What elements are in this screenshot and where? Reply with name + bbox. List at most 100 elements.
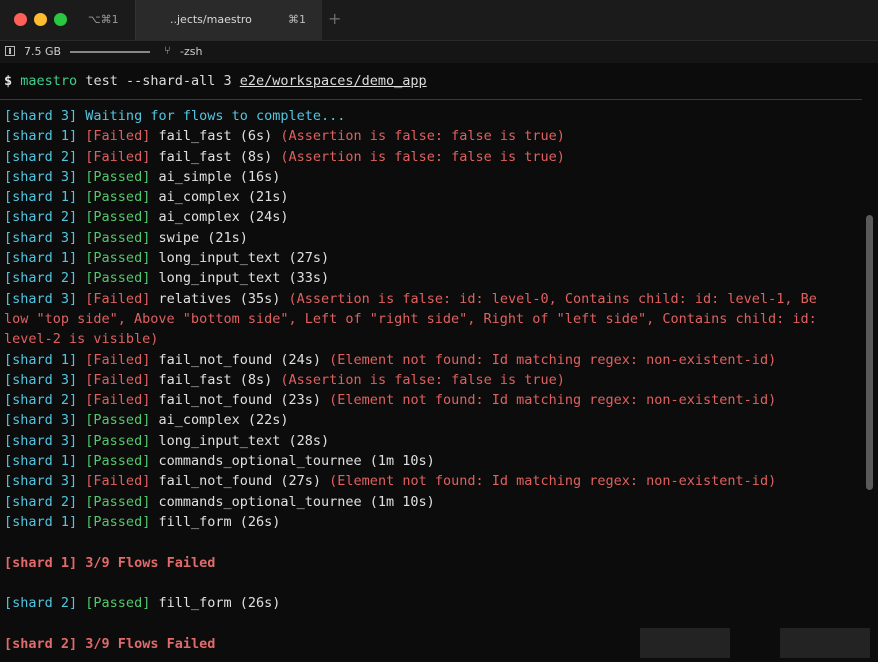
output-line: [shard 1] [Passed] long_input_text (27s) [4, 248, 856, 268]
shard-label: [shard 2] [4, 595, 78, 612]
command-path: e2e/workspaces/demo_app [239, 73, 427, 89]
shard-label: [shard 2] [4, 148, 78, 165]
failed-badge: [Failed] [85, 148, 151, 165]
flow-name: fail_fast (6s) [158, 128, 273, 145]
output-line: [shard 3] [Passed] ai_complex (22s) [4, 410, 856, 430]
output-line: [shard 2] [Passed] fill_form (26s) [4, 593, 856, 613]
error-message: low "top side", Above "bottom side", Lef… [4, 310, 817, 327]
command-prompt[interactable]: $ maestro test --shard-all 3 e2e/workspa… [0, 63, 862, 100]
flow-name: fail_not_found (23s) [158, 392, 322, 409]
output-line: [shard 3] [Passed] ai_simple (16s) [4, 167, 856, 187]
close-window-button[interactable] [14, 13, 27, 26]
shard-label: [shard 1] [4, 189, 78, 206]
zoom-window-button[interactable] [54, 13, 67, 26]
command-args: test --shard-all 3 [77, 73, 240, 89]
error-message: (Assertion is false: false is true) [280, 148, 565, 165]
shard-label: [shard 3] [4, 412, 78, 429]
output-line: [shard 3] [Passed] swipe (21s) [4, 228, 856, 248]
tab-1[interactable]: ⌥⌘1 [74, 0, 134, 40]
flow-name: fail_not_found (24s) [158, 351, 322, 368]
output-line: [shard 1] [Failed] fail_fast (6s) (Asser… [4, 126, 856, 146]
prompt-symbol: $ [4, 73, 13, 89]
flow-name: commands_optional_tournee (1m 10s) [158, 453, 435, 470]
flow-name: long_input_text (28s) [158, 432, 330, 449]
shard-label: [shard 3] [4, 473, 78, 490]
failed-badge: [Failed] [85, 392, 151, 409]
output-line: [shard 2] [Passed] long_input_text (33s) [4, 268, 856, 288]
shard-label: [shard 3] [4, 290, 78, 307]
passed-badge: [Passed] [85, 513, 151, 530]
output-line: [shard 3] [Failed] fail_not_found (27s) … [4, 471, 856, 491]
title-bar: ⌥⌘1 ..jects/maestro ⌘1 + [0, 0, 878, 41]
passed-badge: [Passed] [85, 432, 151, 449]
shard-label: [shard 3] [4, 168, 78, 185]
passed-badge: [Passed] [85, 229, 151, 246]
passed-badge: [Passed] [85, 493, 151, 510]
flow-name: ai_complex (22s) [158, 412, 289, 429]
passed-badge: [Passed] [85, 453, 151, 470]
shard-label: [shard 3] [4, 371, 78, 388]
shard-label: [shard 1] [4, 351, 78, 368]
shard-label: [shard 2] [4, 392, 78, 409]
tab-maestro-shortcut: ⌘1 [288, 13, 306, 26]
flow-name: fail_not_found (27s) [158, 473, 322, 490]
redacted-area [780, 628, 870, 658]
flow-name: fill_form (26s) [158, 513, 281, 530]
output-line: [shard 3] Waiting for flows to complete.… [4, 106, 856, 126]
flow-name: long_input_text (27s) [158, 250, 330, 267]
shard-label: [shard 1] [4, 513, 78, 530]
memory-bar [70, 51, 150, 53]
passed-badge: [Passed] [85, 412, 151, 429]
error-message: level-2 is visible) [4, 331, 159, 348]
tab-maestro-title: ..jects/maestro [170, 13, 252, 26]
shard-label: [shard 2] [4, 270, 78, 287]
command-name: maestro [20, 73, 78, 89]
shell-name: -zsh [180, 45, 203, 58]
passed-badge: [Passed] [85, 168, 151, 185]
output-line: [shard 3] [Failed] fail_fast (8s) (Asser… [4, 370, 856, 390]
continuation-line: low "top side", Above "bottom side", Lef… [4, 309, 856, 329]
memory-usage: 7.5 GB [24, 45, 62, 58]
shard-label: [shard 1] [4, 554, 78, 571]
shard-label: [shard 2] [4, 493, 78, 510]
passed-badge: [Passed] [85, 209, 151, 226]
failed-badge: [Failed] [85, 351, 151, 368]
passed-badge: [Passed] [85, 595, 151, 612]
summary-line: [shard 1] 3/9 Flows Failed [4, 553, 856, 573]
terminal-output[interactable]: [shard 3] Waiting for flows to complete.… [4, 106, 856, 654]
status-message: Waiting for flows to complete... [85, 108, 346, 124]
flow-name: commands_optional_tournee (1m 10s) [158, 493, 435, 510]
flow-name: fail_fast (8s) [158, 148, 273, 165]
scrollbar[interactable] [866, 215, 873, 490]
flow-name: relatives (35s) [158, 290, 281, 307]
summary-text: 3/9 Flows Failed [85, 554, 216, 571]
passed-badge: [Passed] [85, 270, 151, 287]
shard-label: [shard 2] [4, 635, 78, 652]
failed-badge: [Failed] [85, 128, 151, 145]
output-line: [shard 1] [Passed] ai_complex (21s) [4, 187, 856, 207]
error-message: (Element not found: Id matching regex: n… [329, 392, 777, 409]
prompt-line: $ maestro test --shard-all 3 e2e/workspa… [4, 73, 427, 89]
output-line: [shard 2] [Failed] fail_not_found (23s) … [4, 390, 856, 410]
flow-name: ai_complex (21s) [158, 189, 289, 206]
tab-1-shortcut: ⌥⌘1 [88, 13, 119, 26]
shard-label: [shard 1] [4, 453, 78, 470]
error-message: (Element not found: Id matching regex: n… [329, 351, 777, 368]
output-line: [shard 1] [Passed] fill_form (26s) [4, 512, 856, 532]
output-line: [shard 3] [Failed] relatives (35s) (Asse… [4, 289, 856, 309]
new-tab-button[interactable]: + [328, 0, 341, 40]
output-line: [shard 2] [Failed] fail_fast (8s) (Asser… [4, 147, 856, 167]
minimize-window-button[interactable] [34, 13, 47, 26]
output-line: [shard 3] [Passed] long_input_text (28s) [4, 431, 856, 451]
passed-badge: [Passed] [85, 189, 151, 206]
flow-name: fail_fast (8s) [158, 371, 273, 388]
flow-name: fill_form (26s) [158, 595, 281, 612]
shard-label: [shard 1] [4, 250, 78, 267]
shard-label: [shard 3] [4, 108, 78, 124]
failed-badge: [Failed] [85, 371, 151, 388]
tab-maestro[interactable]: ..jects/maestro ⌘1 [136, 0, 322, 40]
output-line: [shard 1] [Failed] fail_not_found (24s) … [4, 350, 856, 370]
output-line: [shard 2] [Passed] ai_complex (24s) [4, 207, 856, 227]
shard-label: [shard 2] [4, 209, 78, 226]
